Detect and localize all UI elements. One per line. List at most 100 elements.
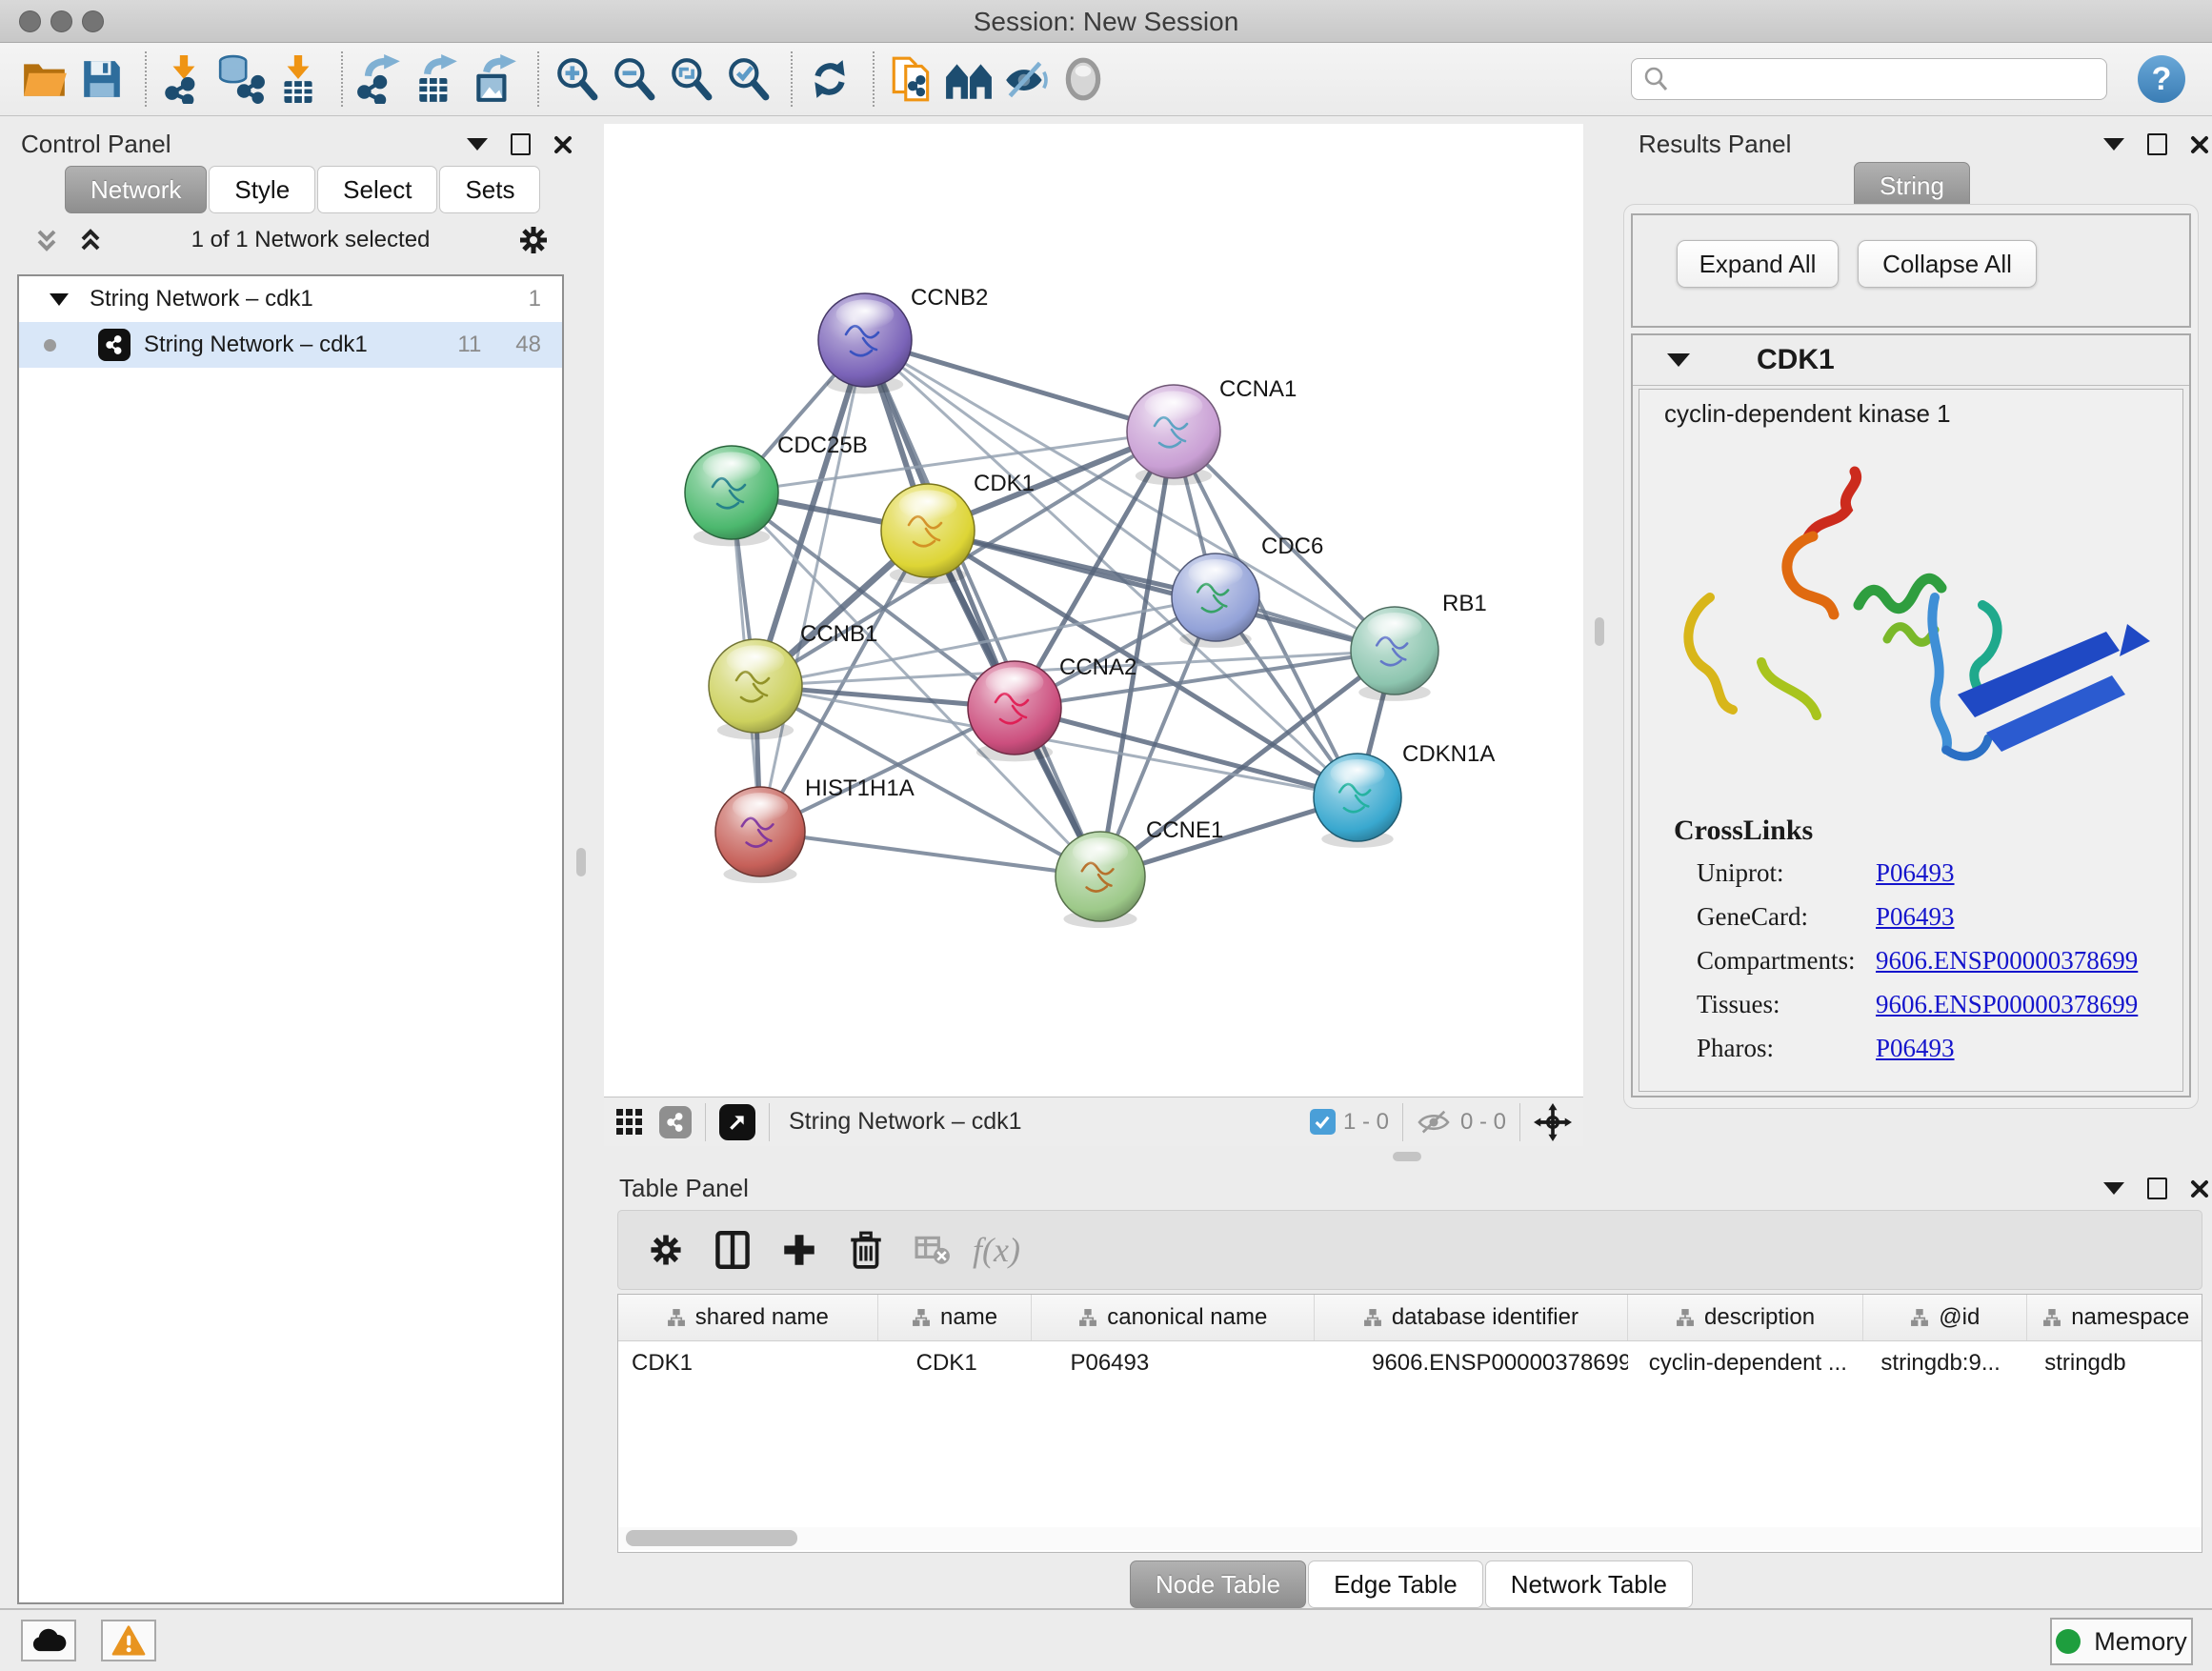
apply-preferred-layout-button[interactable] xyxy=(804,52,855,106)
zoom-fit-icon xyxy=(668,56,714,102)
crosslink-link[interactable]: 9606.ENSP00000378699 xyxy=(1876,946,2138,990)
crosslink-link[interactable]: P06493 xyxy=(1876,1034,1955,1077)
section-collapse-icon[interactable] xyxy=(1667,353,1690,367)
help-glyph: ? xyxy=(2152,61,2172,98)
function-builder-button-disabled[interactable]: f(x) xyxy=(973,1223,1020,1277)
tab-select[interactable]: Select xyxy=(317,166,437,213)
edge-CDK1-RB1[interactable] xyxy=(928,531,1395,651)
scrollbar-thumb[interactable] xyxy=(626,1530,797,1546)
grid-view-icon[interactable] xyxy=(615,1108,644,1137)
table-row[interactable]: CDK1 CDK1 P06493 9606.ENSP00000378699 cy… xyxy=(618,1341,2202,1385)
warnings-button[interactable] xyxy=(101,1620,156,1661)
zoom-selected-button[interactable] xyxy=(722,52,774,106)
collection-expand-icon[interactable] xyxy=(50,293,69,306)
expand-all-networks-icon[interactable] xyxy=(76,226,105,254)
column-header[interactable]: namespace xyxy=(2027,1295,2202,1340)
table-horizontal-scrollbar[interactable] xyxy=(618,1527,2202,1550)
node-label-CCNB2: CCNB2 xyxy=(911,285,988,311)
crosslink-row: Pharos: P06493 xyxy=(1697,1034,2173,1077)
save-button[interactable] xyxy=(76,52,128,106)
selected-items-checkbox-icon[interactable] xyxy=(1310,1109,1336,1135)
tab-network-table[interactable]: Network Table xyxy=(1485,1560,1693,1608)
cloud-button[interactable] xyxy=(21,1620,76,1661)
panel-close-icon[interactable] xyxy=(2190,1179,2209,1198)
panel-menu-icon[interactable] xyxy=(467,138,488,151)
crosslink-link[interactable]: 9606.ENSP00000378699 xyxy=(1876,990,2138,1034)
network-view-type-icon[interactable] xyxy=(659,1106,692,1138)
node-gloss xyxy=(1145,391,1203,420)
gear-icon xyxy=(647,1231,685,1269)
zoom-out-button[interactable] xyxy=(608,52,659,106)
column-header[interactable]: shared name xyxy=(618,1295,878,1340)
export-table-button[interactable] xyxy=(412,52,463,106)
shared-column-icon xyxy=(912,1308,931,1327)
edge-CCNB2-HIST1H1A[interactable] xyxy=(760,340,865,832)
panel-float-icon[interactable] xyxy=(2147,1178,2167,1199)
create-column-button[interactable] xyxy=(773,1223,826,1277)
network-graph[interactable]: CCNB2CCNA1CDC25BCDK1CDC6RB1CCNB1CCNA2CDK… xyxy=(604,124,1583,1097)
tab-string[interactable]: String xyxy=(1854,162,1970,210)
column-header[interactable]: description xyxy=(1628,1295,1864,1340)
show-all-button[interactable] xyxy=(1057,52,1109,106)
tab-node-table[interactable]: Node Table xyxy=(1130,1560,1306,1608)
detach-view-icon[interactable] xyxy=(719,1104,755,1140)
export-image-button[interactable] xyxy=(469,52,520,106)
bottom-splitter-handle[interactable] xyxy=(1393,1152,1421,1161)
warning-icon xyxy=(111,1625,146,1656)
crosslink-link[interactable]: P06493 xyxy=(1876,858,1955,902)
column-header[interactable]: name xyxy=(878,1295,1033,1340)
edge-HIST1H1A-CCNE1[interactable] xyxy=(760,832,1100,876)
show-columns-button[interactable] xyxy=(706,1223,759,1277)
memory-button[interactable]: Memory xyxy=(2050,1618,2193,1665)
import-network-from-database-button[interactable] xyxy=(215,52,267,106)
export-network-button[interactable] xyxy=(354,52,406,106)
zoom-fit-button[interactable] xyxy=(665,52,716,106)
open-button[interactable] xyxy=(19,52,70,106)
protein-section-header[interactable]: CDK1 xyxy=(1633,335,2189,386)
shared-column-icon xyxy=(1363,1308,1382,1327)
collapse-all-networks-icon[interactable] xyxy=(32,226,61,254)
hide-selected-button[interactable] xyxy=(1000,52,1052,106)
search-field[interactable] xyxy=(1631,58,2107,100)
network-view-canvas[interactable]: CCNB2CCNA1CDC25BCDK1CDC6RB1CCNB1CCNA2CDK… xyxy=(604,124,1583,1097)
column-header[interactable]: database identifier xyxy=(1315,1295,1628,1340)
crosslink-row: GeneCard: P06493 xyxy=(1697,902,2173,946)
panel-menu-icon[interactable] xyxy=(2103,138,2124,151)
tab-edge-table[interactable]: Edge Table xyxy=(1308,1560,1483,1608)
new-network-from-selection-button[interactable] xyxy=(886,52,937,106)
birds-eye-navigator-icon[interactable] xyxy=(1534,1103,1572,1141)
panel-float-icon[interactable] xyxy=(2147,133,2167,155)
first-neighbors-button[interactable] xyxy=(943,52,995,106)
tab-sets[interactable]: Sets xyxy=(439,166,540,213)
network-options-gear-icon[interactable] xyxy=(516,223,551,257)
right-splitter-handle[interactable] xyxy=(1595,617,1604,646)
panel-close-icon[interactable] xyxy=(2190,135,2209,154)
control-panel-tabs: Network Style Select Sets xyxy=(65,166,542,213)
node-gloss xyxy=(1367,613,1421,640)
column-header[interactable]: canonical name xyxy=(1032,1295,1315,1340)
left-splitter-handle[interactable] xyxy=(576,848,586,876)
expand-all-button[interactable]: Expand All xyxy=(1677,240,1839,288)
protein-structure-image xyxy=(1651,445,2173,799)
panel-close-icon[interactable] xyxy=(553,135,573,154)
network-row-selected[interactable]: String Network – cdk1 11 48 xyxy=(19,322,562,368)
crosslinks-title: CrossLinks xyxy=(1674,815,1813,847)
import-network-from-file-button[interactable] xyxy=(158,52,210,106)
delete-table-button-disabled[interactable] xyxy=(906,1223,959,1277)
edge-CCNB2-CCNA1[interactable] xyxy=(865,340,1174,432)
tab-style[interactable]: Style xyxy=(209,166,315,213)
network-collection-row[interactable]: String Network – cdk1 1 xyxy=(19,276,562,322)
first-neighbors-icon xyxy=(944,57,994,101)
collapse-all-button[interactable]: Collapse All xyxy=(1858,240,2037,288)
search-input[interactable] xyxy=(1670,61,2106,97)
panel-float-icon[interactable] xyxy=(511,133,531,155)
column-header[interactable]: @id xyxy=(1863,1295,2027,1340)
crosslink-link[interactable]: P06493 xyxy=(1876,902,1955,946)
panel-menu-icon[interactable] xyxy=(2103,1182,2124,1195)
help-button[interactable]: ? xyxy=(2138,55,2185,103)
delete-column-button[interactable] xyxy=(839,1223,893,1277)
tab-network[interactable]: Network xyxy=(65,166,207,213)
import-table-from-file-button[interactable] xyxy=(272,52,324,106)
zoom-in-button[interactable] xyxy=(551,52,602,106)
table-options-button[interactable] xyxy=(639,1223,693,1277)
